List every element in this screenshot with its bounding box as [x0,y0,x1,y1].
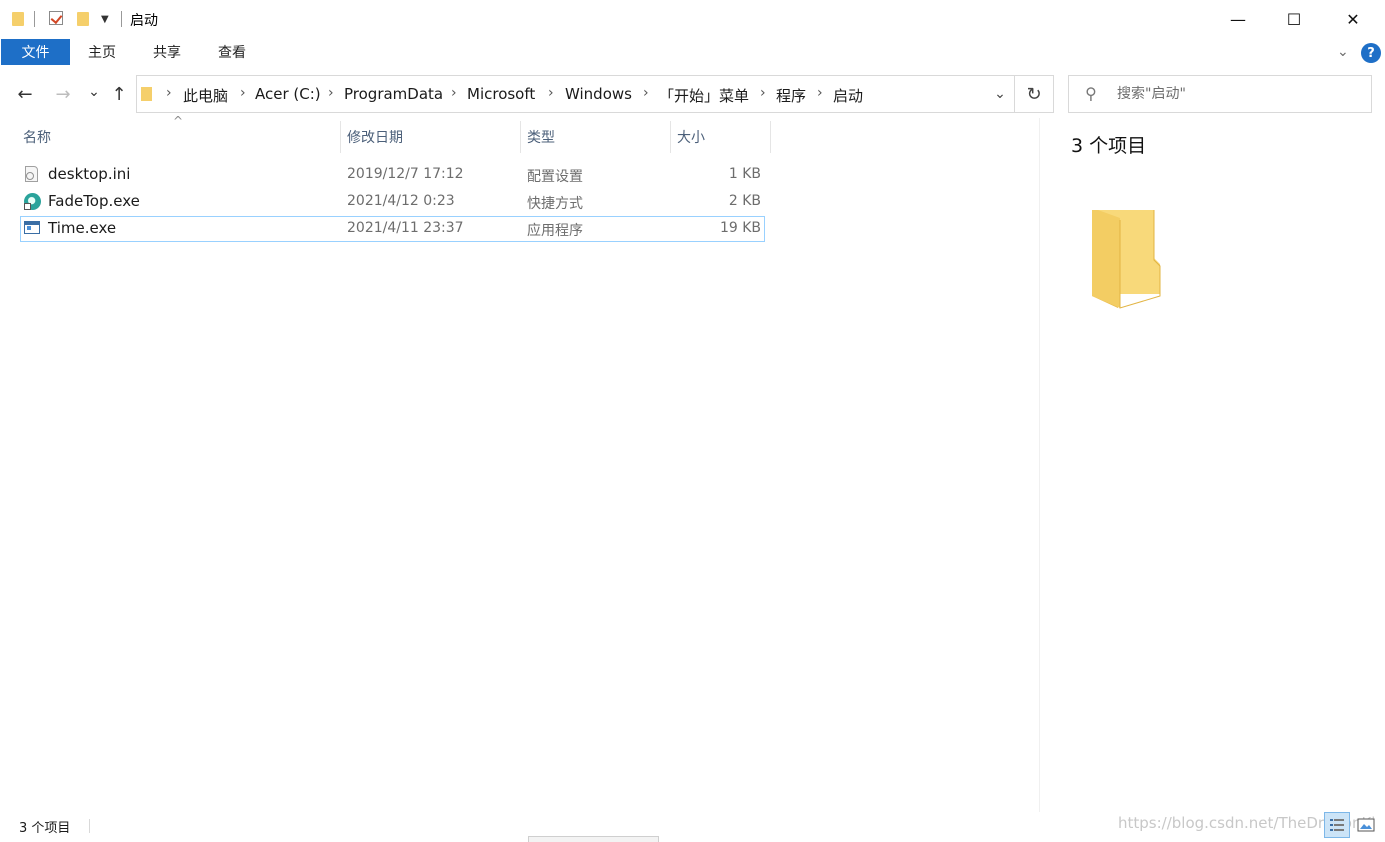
refresh-button[interactable]: ↻ [1015,76,1053,112]
file-size: 19 KB [719,220,761,236]
properties-check-icon[interactable] [49,11,63,25]
minimize-button[interactable]: — [1215,0,1261,38]
title-separator [121,11,122,27]
back-button[interactable]: ← [13,80,37,108]
window-title: 启动 [130,13,158,29]
breadcrumb-separator[interactable]: › [548,85,554,101]
breadcrumb-programdata[interactable]: ProgramData [344,85,443,103]
breadcrumb-drive-c[interactable]: Acer (C:) [255,85,321,103]
folder-icon [1092,210,1161,309]
tab-view[interactable]: 查看 [218,39,246,65]
breadcrumb-separator[interactable]: › [760,85,766,101]
file-date: 2021/4/11 23:37 [347,220,464,236]
file-date: 2021/4/12 0:23 [347,193,455,209]
status-separator [89,819,90,833]
tab-file[interactable]: 文件 [1,39,70,65]
window-titlebar-shape [25,222,39,225]
status-item-count: 3 个项目 [19,821,71,836]
up-button[interactable]: ↑ [107,80,131,108]
maximize-button[interactable]: ☐ [1271,0,1317,38]
search-input[interactable] [1117,76,1357,112]
file-type: 配置设置 [527,169,583,185]
column-header-date[interactable]: 修改日期 [341,121,521,153]
file-name[interactable]: desktop.ini [48,165,130,183]
new-folder-icon[interactable] [77,12,89,26]
preview-item-count: 3 个项目 [1071,135,1147,157]
breadcrumb-separator[interactable]: › [817,85,823,101]
breadcrumb-separator[interactable]: › [166,85,172,101]
address-bar[interactable]: › 此电脑 › Acer (C:) › ProgramData › Micros… [136,75,1054,113]
column-header-size[interactable]: 大小 [671,121,771,153]
column-header-name[interactable]: 名称 [17,121,341,153]
gear-icon [26,172,34,180]
shortcut-app-icon [24,193,41,211]
file-row-selected[interactable]: Time.exe 2021/4/11 23:37 应用程序 19 KB [20,216,765,242]
breadcrumb-separator[interactable]: › [240,85,246,101]
breadcrumb-startup[interactable]: 启动 [833,85,863,106]
file-row[interactable]: desktop.ini 2019/12/7 17:12 配置设置 1 KB [20,162,765,188]
folder-icon [12,12,24,26]
breadcrumb-start-menu[interactable]: 「开始」菜单 [659,85,749,106]
details-view-icon [1330,819,1344,831]
window-content-shape [27,226,31,230]
title-bar: ▼ 启动 — ☐ ✕ [0,0,1385,38]
search-icon: ⚲ [1085,84,1097,103]
expand-ribbon-chevron-icon[interactable]: ⌄ [1337,44,1349,60]
breadcrumb-separator[interactable]: › [643,85,649,101]
file-type: 应用程序 [527,223,583,239]
search-box[interactable]: ⚲ [1068,75,1372,113]
window-frame-shape [24,221,40,234]
customize-toolbar-caret-icon[interactable]: ▼ [101,14,109,25]
file-row[interactable]: FadeTop.exe 2021/4/12 0:23 快捷方式 2 KB [20,189,765,215]
address-dropdown-button[interactable]: ⌄ [986,76,1014,112]
quick-access-separator [34,11,35,27]
preview-pane-divider[interactable] [1039,118,1040,812]
breadcrumb-windows[interactable]: Windows [565,85,632,103]
file-date: 2019/12/7 17:12 [347,166,464,182]
details-view-button[interactable] [1324,812,1350,838]
settings-file-icon [24,166,40,184]
breadcrumb-separator[interactable]: › [451,85,457,101]
folder-icon [141,87,152,101]
file-name[interactable]: FadeTop.exe [48,192,140,210]
file-type: 快捷方式 [527,196,583,212]
forward-button[interactable]: → [51,80,75,108]
help-icon[interactable]: ? [1361,43,1381,63]
breadcrumb-programs[interactable]: 程序 [776,85,806,106]
breadcrumb-this-pc[interactable]: 此电脑 [183,85,228,106]
file-size: 2 KB [728,193,761,209]
horizontal-scrollbar[interactable] [528,836,659,842]
tab-home[interactable]: 主页 [88,39,116,65]
recent-locations-button[interactable]: ⌄ [82,78,106,106]
file-size: 1 KB [728,166,761,182]
application-icon [24,217,40,235]
column-header-type[interactable]: 类型 [521,121,671,153]
large-icons-view-icon [1357,818,1375,832]
close-button[interactable]: ✕ [1330,0,1376,38]
large-icons-view-button[interactable] [1353,812,1379,838]
file-name[interactable]: Time.exe [48,219,116,237]
breadcrumb-separator[interactable]: › [328,85,334,101]
breadcrumb-microsoft[interactable]: Microsoft [467,85,535,103]
tab-share[interactable]: 共享 [153,39,181,65]
shortcut-arrow-icon [24,203,31,210]
